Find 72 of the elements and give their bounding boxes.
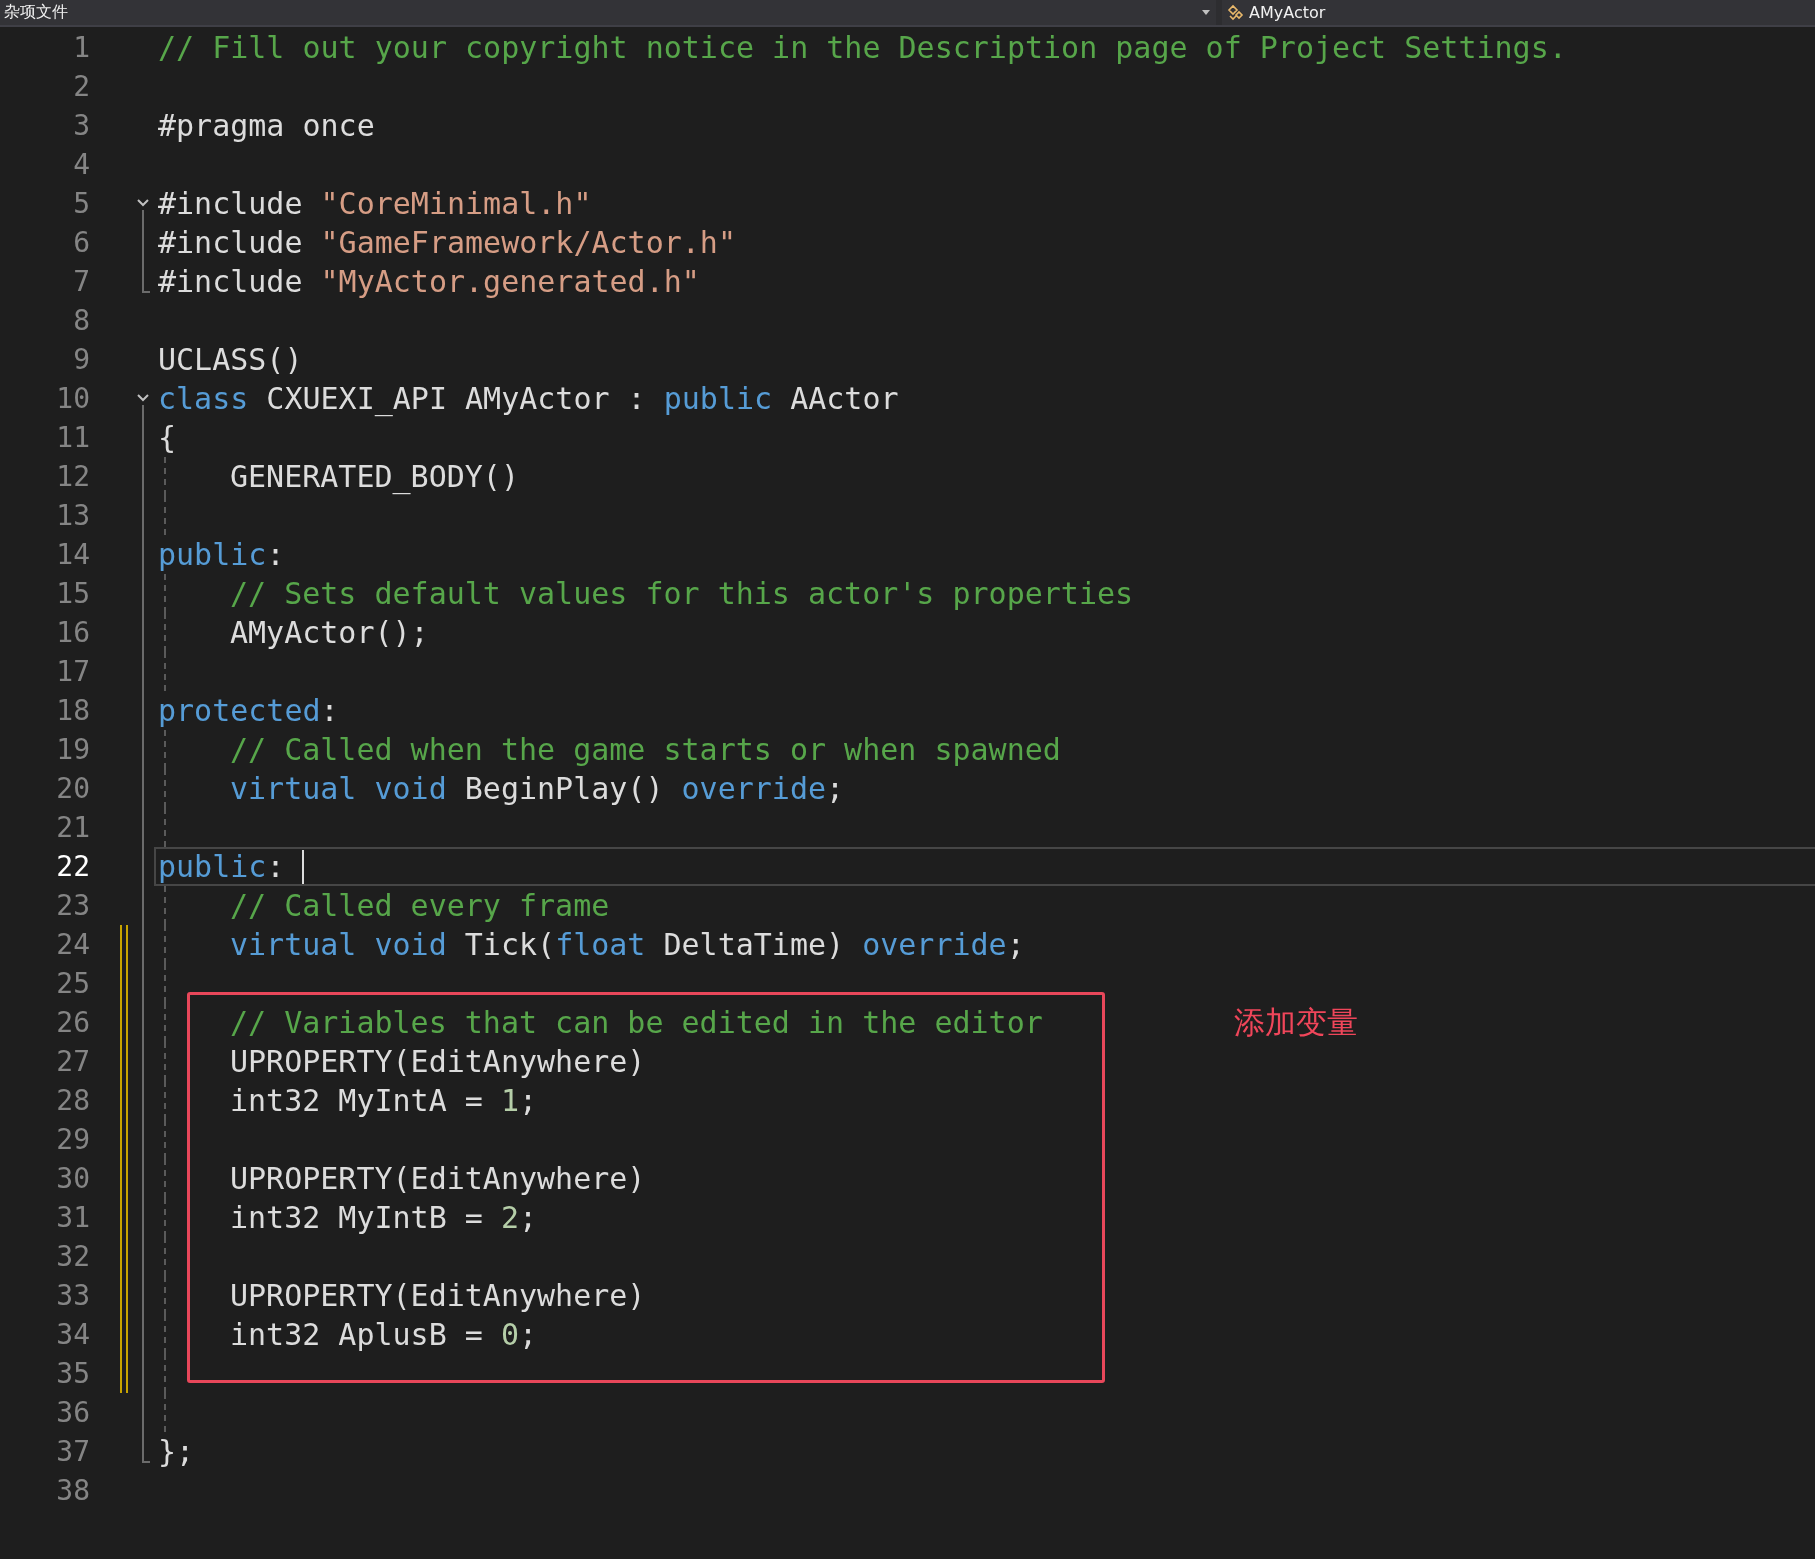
line-number: 25 [55, 966, 90, 1002]
line-number: 13 [55, 498, 90, 534]
code-text: }; [158, 1434, 195, 1469]
collapse-chevron-icon[interactable] [136, 393, 150, 402]
collapse-chevron-icon[interactable] [136, 198, 150, 207]
code-text: #include "CoreMinimal.h" [158, 186, 592, 221]
line-number: 35 [55, 1356, 90, 1392]
line-number: 19 [55, 732, 90, 768]
line-number: 9 [72, 342, 90, 378]
code-text: UPROPERTY(EditAnywhere) [230, 1278, 646, 1313]
code-text: public: [158, 537, 285, 572]
line-number: 6 [72, 225, 90, 261]
line-number: 11 [55, 420, 90, 456]
line-number: 31 [55, 1200, 90, 1236]
line-number: 23 [55, 888, 90, 924]
code-text: UCLASS() [158, 342, 303, 377]
code-text: { [158, 420, 177, 455]
line-number: 24 [55, 927, 90, 963]
caret-icon [1202, 10, 1210, 15]
class-icon [1226, 3, 1246, 22]
line-number: 16 [55, 615, 90, 651]
code-text: // Fill out your copyright notice in the Description page of Project Settings. [158, 30, 1567, 65]
line-number: 26 [55, 1005, 90, 1041]
line-number: 36 [55, 1395, 90, 1431]
code-text: int32 MyIntB = 2; [230, 1200, 538, 1235]
code-text: #include "GameFramework/Actor.h" [158, 225, 736, 260]
file-dropdown[interactable]: 杂项文件 [0, 0, 1216, 25]
line-number: 38 [55, 1473, 90, 1509]
line-number: 1 [72, 30, 90, 66]
line-number: 14 [55, 537, 90, 573]
line-number: 4 [72, 147, 90, 183]
code-text: AMyActor(); [230, 615, 429, 650]
line-number: 33 [55, 1278, 90, 1314]
code-text: public: [158, 849, 285, 884]
line-number: 27 [55, 1044, 90, 1080]
text-cursor [302, 849, 305, 884]
code-text: // Called every frame [230, 888, 610, 923]
line-number: 10 [55, 381, 90, 417]
line-number: 18 [55, 693, 90, 729]
line-number: 34 [55, 1317, 90, 1353]
code-text: class CXUEXI_API AMyActor : public AActor [158, 381, 899, 416]
code-text: // Called when the game starts or when spawned [230, 732, 1061, 767]
line-number: 8 [72, 303, 90, 339]
line-number: 29 [55, 1122, 90, 1158]
code-text: GENERATED_BODY() [230, 459, 519, 494]
line-number: 30 [55, 1161, 90, 1197]
code-text: // Sets default values for this actor's properties [230, 576, 1134, 611]
line-number: 22 [55, 849, 90, 885]
code-text: // Variables that can be edited in the editor [230, 1005, 1043, 1040]
annotation-note: 添加变量 [1234, 1003, 1358, 1042]
line-number: 2 [72, 69, 90, 105]
code-text: protected: [158, 693, 339, 728]
line-number: 20 [55, 771, 90, 807]
line-number: 5 [72, 186, 90, 222]
code-text: UPROPERTY(EditAnywhere) [230, 1161, 646, 1196]
code-text: #pragma once [158, 108, 375, 143]
code-text: #include "MyActor.generated.h" [158, 264, 700, 299]
line-number: 28 [55, 1083, 90, 1119]
code-text: UPROPERTY(EditAnywhere) [230, 1044, 646, 1079]
line-number: 37 [55, 1434, 90, 1470]
code-text: virtual void BeginPlay() override; [230, 771, 845, 806]
line-number: 7 [72, 264, 90, 300]
line-number: 12 [55, 459, 90, 495]
code-text: int32 AplusB = 0; [230, 1317, 538, 1352]
code-text: int32 MyIntA = 1; [230, 1083, 538, 1118]
line-number: 15 [55, 576, 90, 612]
code-text: virtual void Tick(float DeltaTime) override; [230, 927, 1025, 962]
line-number: 17 [55, 654, 90, 690]
member-dropdown[interactable]: AMyActor [1222, 0, 1815, 25]
line-number: 3 [72, 108, 90, 144]
line-number: 21 [55, 810, 90, 846]
line-number: 32 [55, 1239, 90, 1275]
